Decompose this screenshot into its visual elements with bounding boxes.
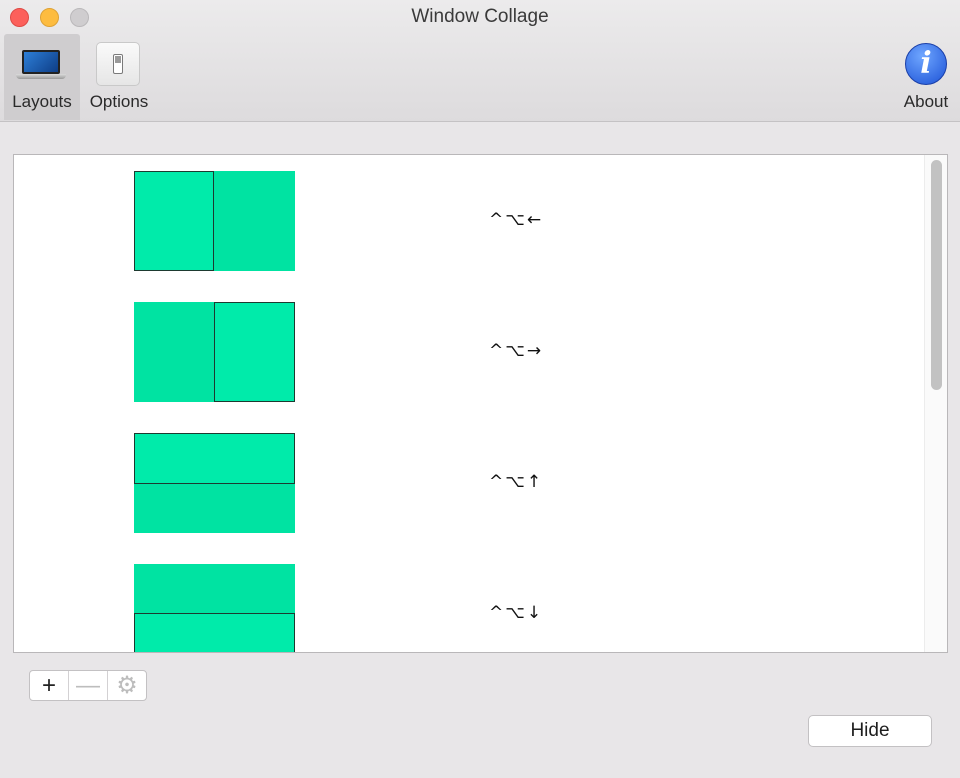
list-edit-controls: + — ⚙ [29, 670, 147, 701]
tab-about[interactable]: i About [896, 34, 956, 120]
layout-pane [134, 613, 295, 652]
tab-options-label: Options [89, 92, 149, 111]
layout-pane [134, 171, 214, 271]
layout-pane [214, 302, 295, 402]
window-title: Window Collage [411, 6, 549, 27]
tab-about-label: About [903, 92, 949, 111]
scrollbar[interactable] [924, 155, 947, 652]
layout-preview-bottom-half [134, 564, 295, 652]
tab-layouts-label: Layouts [12, 92, 72, 111]
gear-icon[interactable]: ⚙ [108, 671, 146, 700]
tab-layouts[interactable]: Layouts [4, 34, 80, 120]
hide-button[interactable]: Hide [808, 715, 932, 747]
layout-preview-left-half [134, 171, 295, 271]
list-item[interactable]: ^⌥↑ [14, 417, 924, 548]
shortcut-label: ^⌥↑ [489, 472, 544, 492]
tab-options[interactable]: Options [84, 34, 154, 120]
list-item[interactable]: ^⌥→ [14, 286, 924, 417]
switch-icon [84, 34, 154, 88]
list-item[interactable]: ^⌥↓ [14, 548, 924, 652]
title-toolbar: Window Collage Layouts Options i About [0, 0, 960, 122]
add-layout-button[interactable]: + [30, 671, 69, 700]
layout-preview-top-half [134, 433, 295, 533]
laptop-icon [4, 34, 80, 88]
layout-preview-right-half [134, 302, 295, 402]
shortcut-label: ^⌥→ [489, 341, 544, 361]
layouts-list[interactable]: ^⌥← ^⌥→ ^⌥↑ ^⌥↓ [13, 154, 948, 653]
shortcut-label: ^⌥← [489, 210, 544, 230]
list-item[interactable]: ^⌥← [14, 155, 924, 286]
remove-layout-button[interactable]: — [69, 671, 108, 700]
scrollbar-thumb[interactable] [931, 160, 942, 390]
layout-pane [134, 433, 295, 484]
info-icon: i [905, 43, 947, 85]
shortcut-label: ^⌥↓ [489, 603, 544, 623]
